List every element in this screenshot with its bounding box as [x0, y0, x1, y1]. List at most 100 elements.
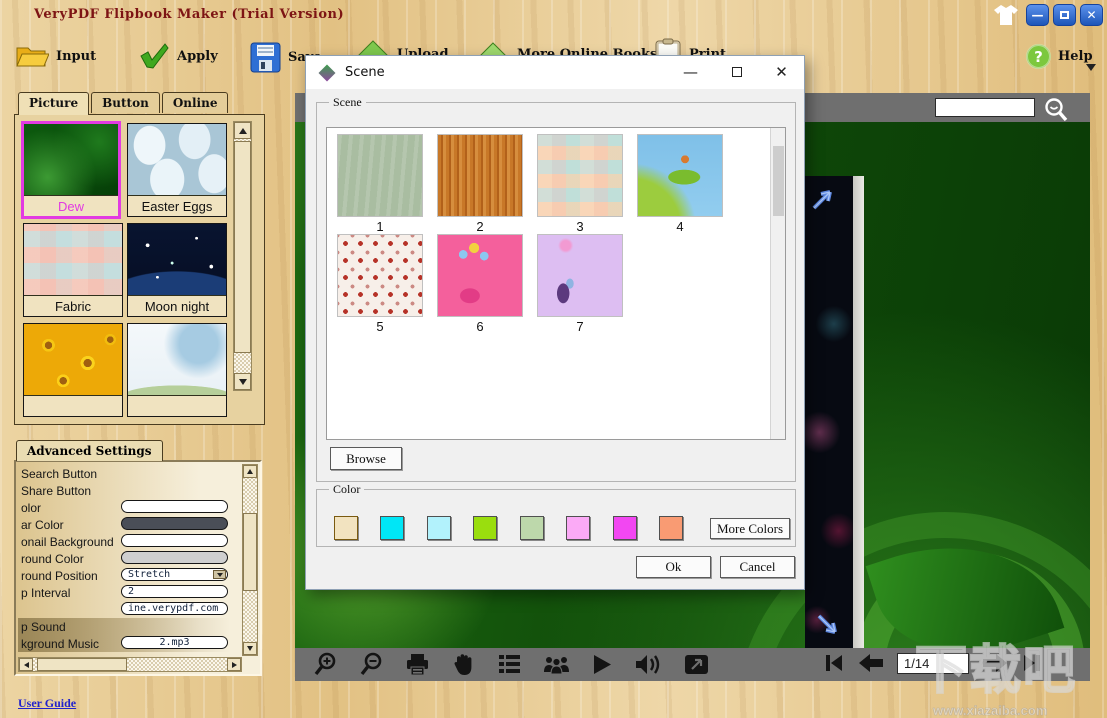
scene-thumbnail-1[interactable] — [337, 134, 423, 217]
thumbnail-list-icon[interactable] — [497, 652, 522, 677]
scene-list-scrollbar[interactable] — [770, 128, 785, 439]
color-swatch-8[interactable] — [659, 516, 683, 540]
help-dropdown-icon[interactable] — [1086, 64, 1096, 71]
scene-list[interactable]: 1 2 3 4 5 — [326, 127, 786, 440]
color-swatch-input[interactable] — [121, 500, 228, 513]
color-swatch-1[interactable] — [334, 516, 358, 540]
prev-page-icon[interactable] — [857, 652, 885, 674]
zoom-out-icon[interactable] — [359, 652, 384, 677]
color-swatch-input[interactable] — [121, 551, 228, 564]
last-page-icon[interactable] — [1021, 652, 1043, 674]
autoplay-icon[interactable] — [591, 652, 613, 677]
scene-item-7[interactable]: 7 — [537, 234, 623, 334]
page-flip-arrow-bottom[interactable] — [815, 612, 845, 642]
input-button[interactable]: Input — [15, 42, 96, 70]
skin-icon[interactable] — [993, 3, 1019, 27]
more-colors-button[interactable]: More Colors — [710, 518, 790, 539]
scroll-up-icon[interactable] — [243, 465, 257, 478]
flipbook-page[interactable] — [805, 176, 853, 648]
setting-row-url[interactable]: ine.verypdf.com — [18, 601, 230, 618]
advanced-settings-tab[interactable]: Advanced Settings — [16, 440, 163, 461]
theme-sunflowers[interactable] — [23, 323, 123, 417]
color-swatch-4[interactable] — [473, 516, 497, 540]
scene-thumbnail-5[interactable] — [337, 234, 423, 317]
sound-icon[interactable] — [634, 652, 662, 677]
zoom-in-icon[interactable] — [313, 652, 338, 677]
print-page-icon[interactable] — [405, 652, 430, 677]
color-swatch-7[interactable] — [613, 516, 637, 540]
scene-thumbnail-6[interactable] — [437, 234, 523, 317]
scrollbar-thumb[interactable] — [773, 146, 784, 216]
advanced-vertical-scrollbar[interactable] — [242, 464, 258, 656]
dialog-maximize-button[interactable] — [714, 56, 759, 88]
scene-item-6[interactable]: 6 — [437, 234, 523, 334]
scrollbar-thumb[interactable] — [234, 141, 251, 353]
theme-easter-eggs[interactable]: Easter Eggs — [127, 123, 227, 217]
theme-scrollbar[interactable] — [233, 121, 252, 391]
scene-thumbnail-4[interactable] — [637, 134, 723, 217]
scene-item-4[interactable]: 4 — [637, 134, 723, 234]
next-page-icon[interactable] — [981, 652, 1009, 674]
dialog-close-button[interactable]: ✕ — [759, 56, 804, 88]
scene-thumbnail-7[interactable] — [537, 234, 623, 317]
cancel-button[interactable]: Cancel — [720, 556, 795, 578]
setting-row-color[interactable]: olor — [18, 499, 230, 516]
theme-windmill[interactable] — [127, 323, 227, 417]
minimize-button[interactable]: — — [1026, 4, 1049, 26]
theme-dew[interactable]: Dew — [21, 121, 121, 219]
setting-row-share-button[interactable]: Share Button — [18, 482, 230, 499]
scrollbar-thumb[interactable] — [243, 513, 257, 591]
scroll-down-icon[interactable] — [234, 373, 251, 390]
scene-thumbnail-3[interactable] — [537, 134, 623, 217]
setting-row-background-position[interactable]: round Position Stretch — [18, 567, 230, 584]
advanced-horizontal-scrollbar[interactable] — [18, 657, 242, 672]
color-swatch-3[interactable] — [427, 516, 451, 540]
theme-moon-night[interactable]: Moon night — [127, 223, 227, 317]
maximize-button[interactable] — [1053, 4, 1076, 26]
search-input[interactable] — [935, 98, 1035, 117]
page-indicator-input[interactable]: 1/14 — [897, 653, 969, 674]
dialog-minimize-button[interactable]: — — [668, 56, 713, 88]
ok-button[interactable]: Ok — [636, 556, 711, 578]
color-swatch-input[interactable] — [121, 534, 228, 547]
browse-button[interactable]: Browse — [330, 447, 402, 470]
fullscreen-icon[interactable] — [683, 652, 710, 677]
setting-row-flip-sound[interactable]: p Sound — [18, 618, 230, 635]
scene-item-5[interactable]: 5 — [337, 234, 423, 334]
tab-button[interactable]: Button — [91, 92, 160, 113]
page-flip-arrow-top[interactable] — [810, 182, 840, 212]
setting-row-bar-color[interactable]: ar Color — [18, 516, 230, 533]
color-swatch-input[interactable] — [121, 517, 228, 530]
scene-item-1[interactable]: 1 — [337, 134, 423, 234]
scene-item-2[interactable]: 2 — [437, 134, 523, 234]
tab-online[interactable]: Online — [162, 92, 229, 113]
pan-hand-icon[interactable] — [451, 652, 476, 677]
theme-fabric[interactable]: Fabric — [23, 223, 123, 317]
setting-row-thumbnail-background[interactable]: onail Background — [18, 533, 230, 550]
color-swatch-5[interactable] — [520, 516, 544, 540]
chevron-down-icon[interactable] — [213, 570, 226, 579]
scrollbar-thumb[interactable] — [37, 658, 127, 671]
first-page-icon[interactable] — [823, 652, 845, 674]
search-icon[interactable] — [1043, 97, 1069, 123]
tab-picture[interactable]: Picture — [18, 92, 89, 115]
close-button[interactable]: ✕ — [1080, 4, 1103, 26]
scroll-down-icon[interactable] — [243, 642, 257, 655]
url-input[interactable]: ine.verypdf.com — [121, 602, 228, 615]
music-file-button[interactable]: 2.mp3 — [121, 636, 228, 649]
user-guide-link[interactable]: User Guide — [18, 696, 76, 711]
scroll-left-icon[interactable] — [19, 658, 33, 671]
share-people-icon[interactable] — [543, 652, 570, 677]
scene-item-3[interactable]: 3 — [537, 134, 623, 234]
scene-thumbnail-2[interactable] — [437, 134, 523, 217]
setting-row-interval[interactable]: p Interval 2 — [18, 584, 230, 601]
setting-row-background-color[interactable]: round Color — [18, 550, 230, 567]
help-button[interactable]: ? Help — [1026, 44, 1093, 69]
setting-row-background-music[interactable]: kground Music 2.mp3 — [18, 635, 230, 652]
color-swatch-2[interactable] — [380, 516, 404, 540]
setting-row-search-button[interactable]: Search Button — [18, 465, 230, 482]
position-select[interactable]: Stretch — [121, 568, 228, 581]
interval-input[interactable]: 2 — [121, 585, 228, 598]
scroll-right-icon[interactable] — [227, 658, 241, 671]
apply-button[interactable]: Apply — [138, 42, 218, 70]
